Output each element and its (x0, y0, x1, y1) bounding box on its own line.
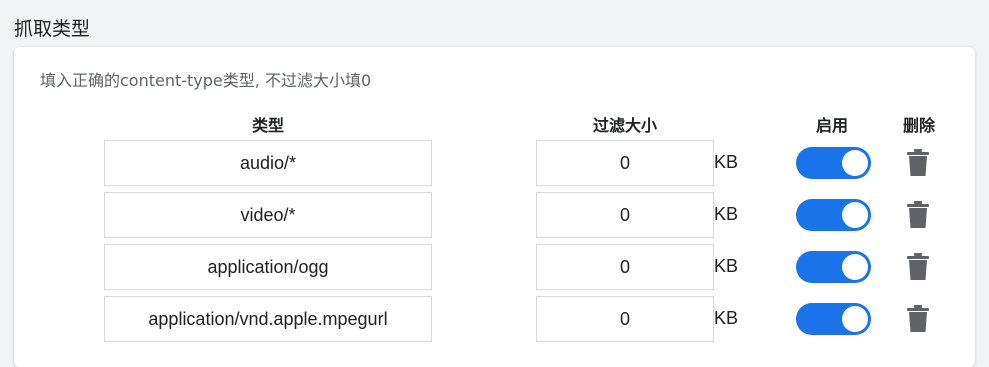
enable-toggle[interactable] (796, 199, 871, 231)
filter-size-input[interactable] (536, 140, 714, 186)
type-row: KB (14, 192, 975, 238)
trash-icon[interactable] (906, 149, 930, 177)
type-row: KB (14, 244, 975, 290)
unit-label: KB (714, 308, 739, 328)
filter-size-input[interactable] (536, 192, 714, 238)
trash-icon[interactable] (906, 253, 930, 281)
unit-label: KB (714, 256, 739, 276)
enable-toggle[interactable] (796, 303, 871, 335)
header-filter-size: 过滤大小 (592, 116, 657, 135)
filter-size-input[interactable] (536, 244, 714, 290)
toggle-knob (842, 254, 868, 280)
filter-size-input[interactable] (536, 296, 714, 342)
header-delete: 删除 (902, 116, 935, 135)
toggle-knob (842, 150, 868, 176)
enable-toggle[interactable] (796, 147, 871, 179)
type-row: KB (14, 140, 975, 186)
content-type-input[interactable] (104, 192, 432, 238)
content-type-input[interactable] (104, 244, 432, 290)
unit-label: KB (714, 152, 739, 172)
toggle-knob (842, 202, 868, 228)
trash-icon[interactable] (906, 305, 930, 333)
hint-text: 填入正确的content-type类型, 不过滤大小填0 (40, 71, 372, 90)
section-title: 抓取类型 (14, 18, 91, 40)
unit-label: KB (714, 204, 739, 224)
content-type-input[interactable] (104, 140, 432, 186)
capture-types-card: 填入正确的content-type类型, 不过滤大小填0 类型 过滤大小 启用 … (14, 47, 975, 367)
enable-toggle[interactable] (796, 251, 871, 283)
toggle-knob (842, 306, 868, 332)
trash-icon[interactable] (906, 201, 930, 229)
header-type: 类型 (251, 116, 284, 135)
header-enable: 启用 (815, 116, 848, 135)
type-row: KB (14, 296, 975, 342)
content-type-input[interactable] (104, 296, 432, 342)
